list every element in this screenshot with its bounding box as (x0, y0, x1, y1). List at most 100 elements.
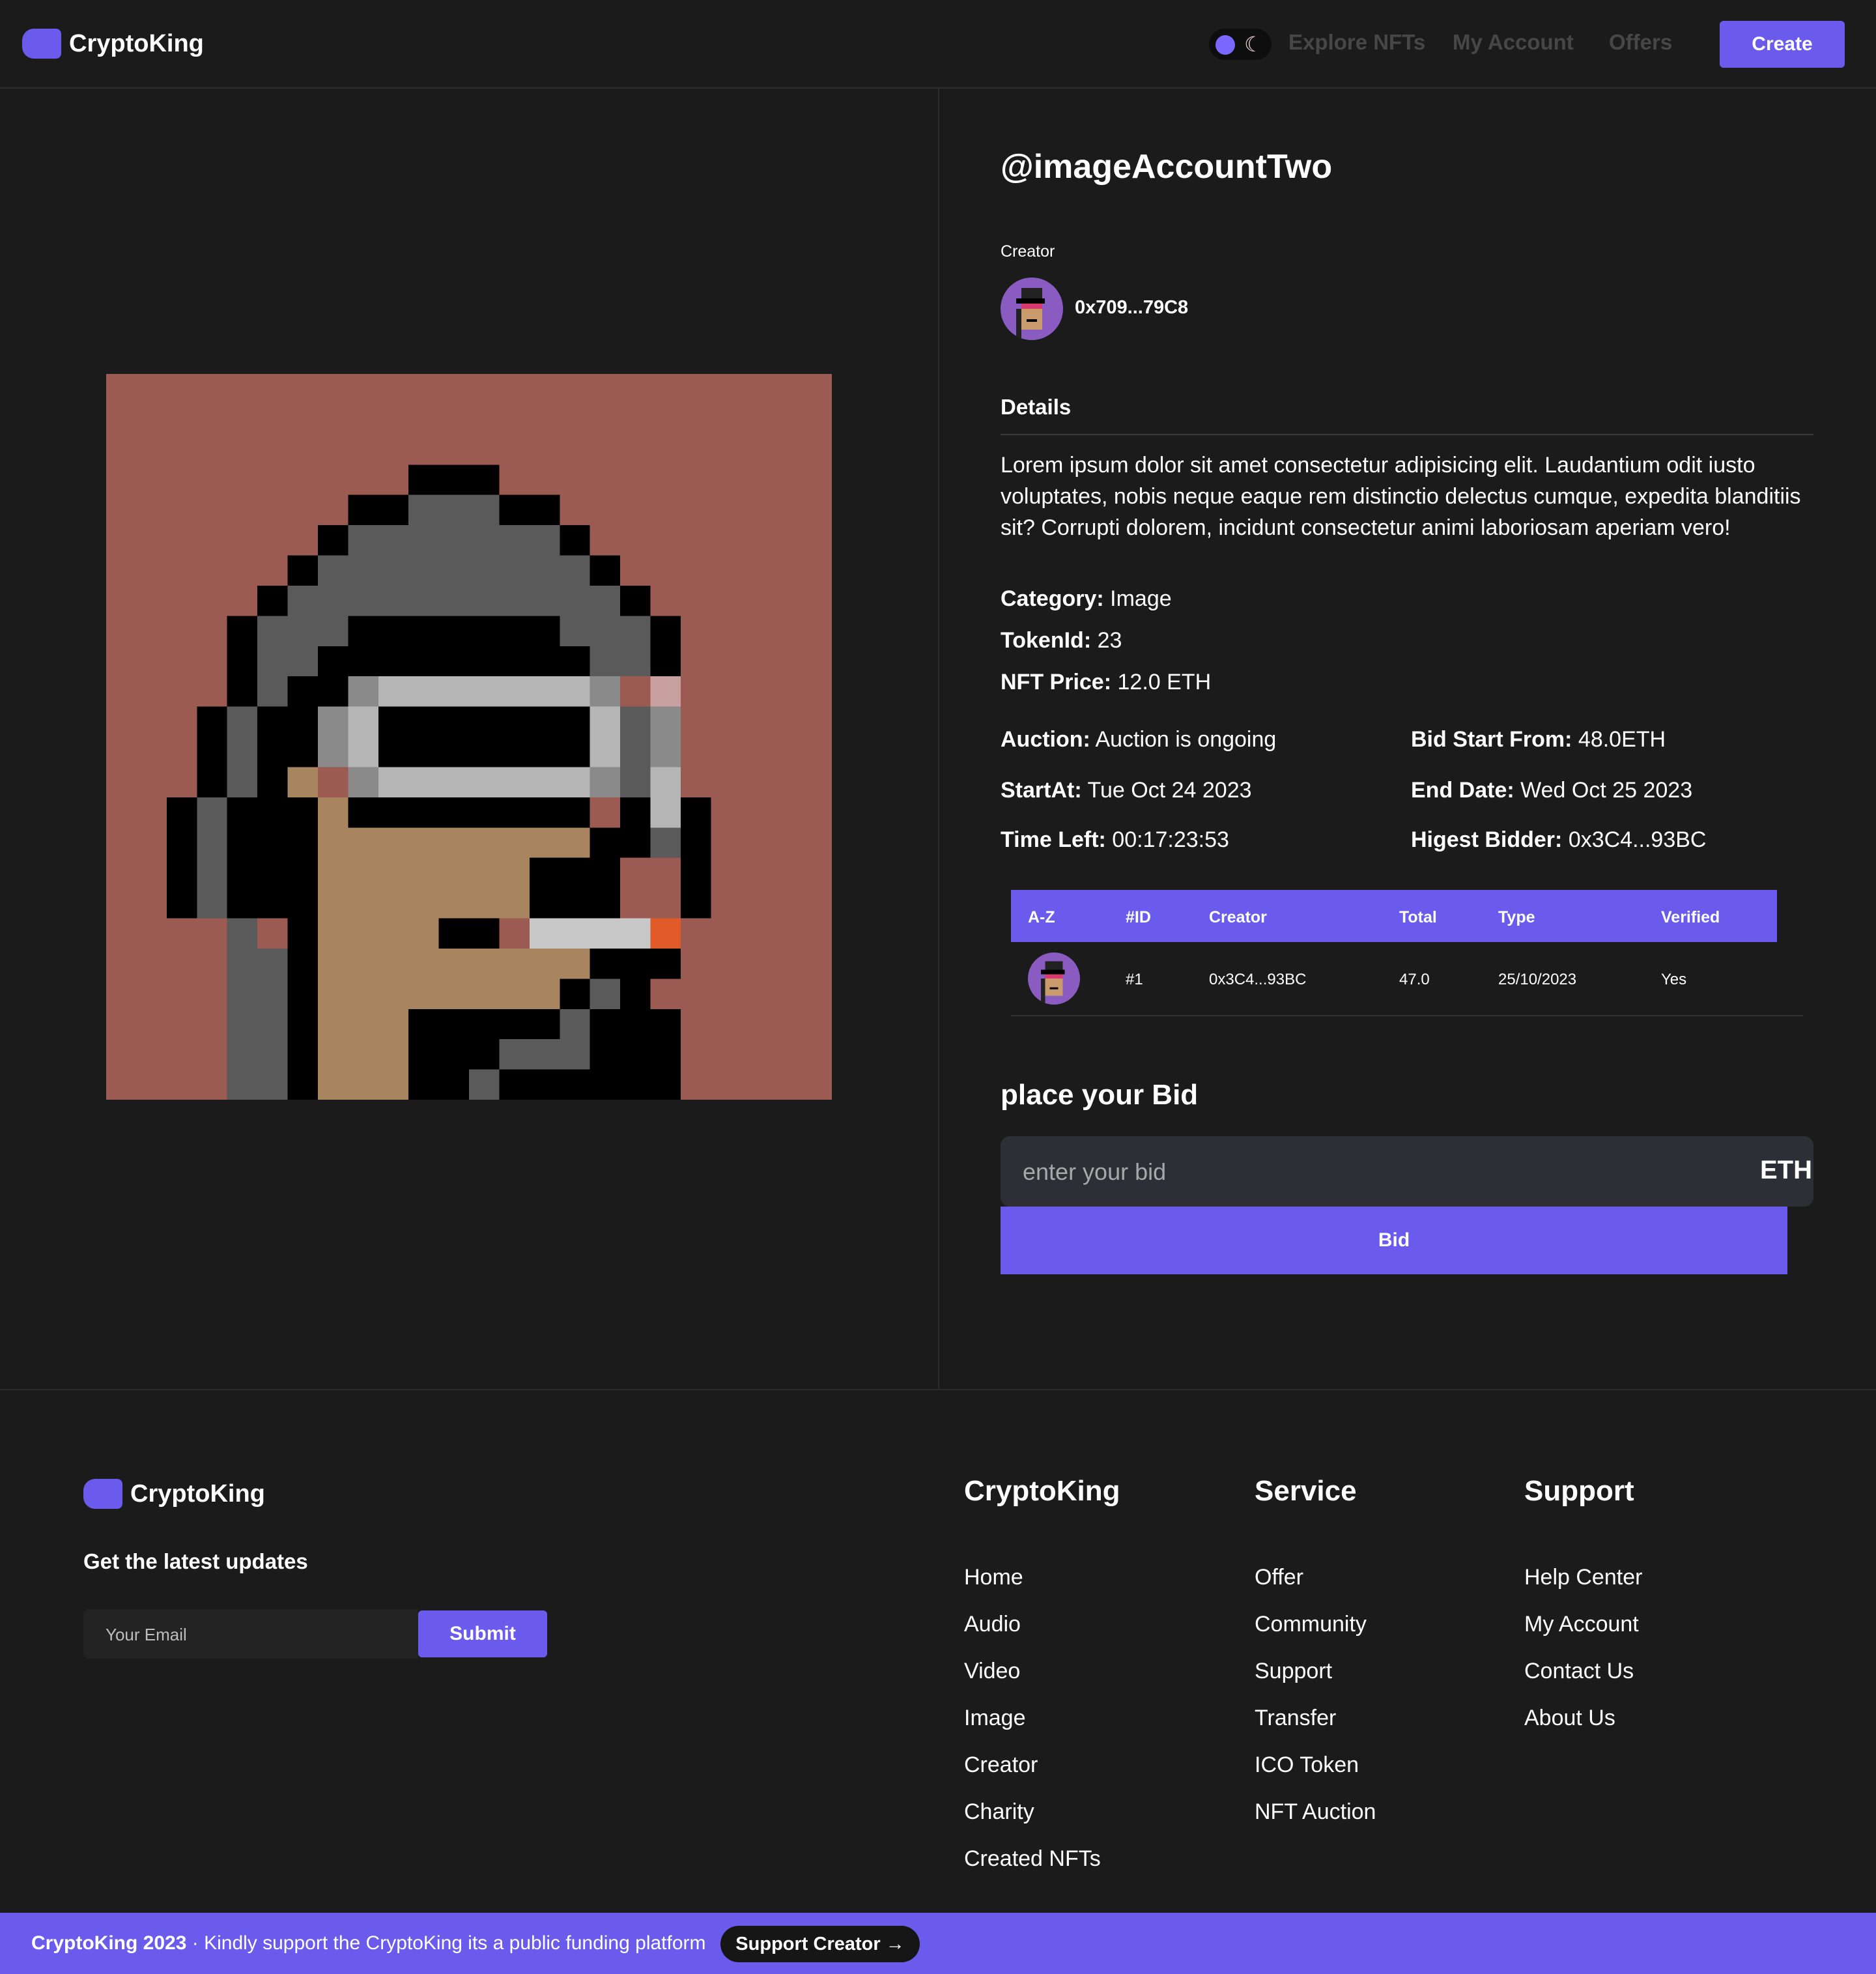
footer-link-transfer[interactable]: Transfer (1255, 1706, 1336, 1731)
auction-value: Auction is ongoing (1095, 727, 1277, 752)
details-heading: Details (1001, 395, 1072, 419)
table-cell-creator: 0x3C4...93BC (1209, 971, 1307, 988)
timeleft-row: Time Left: 00:17:23:53 (1001, 827, 1229, 853)
footer-link-audio[interactable]: Audio (964, 1612, 1021, 1637)
category-label: Category: (1001, 586, 1104, 611)
avatar-icon (1016, 288, 1045, 340)
footer-link-community[interactable]: Community (1255, 1612, 1367, 1637)
start-label: StartAt: (1001, 778, 1082, 803)
footer-link-created-nfts[interactable]: Created NFTs (964, 1846, 1101, 1872)
bid-start-row: Bid Start From: 48.0ETH (1411, 727, 1666, 752)
bid-button[interactable]: Bid (1001, 1207, 1787, 1274)
banner-text: CryptoKing 2023 · Kindly support the Cry… (31, 1932, 706, 1954)
price-label: NFT Price: (1001, 670, 1112, 694)
nft-description: Lorem ipsum dolor sit amet consectetur a… (1001, 453, 1801, 540)
column-divider (938, 89, 939, 1389)
footer-link-contact-us[interactable]: Contact Us (1524, 1659, 1634, 1684)
price-value: 12.0 ETH (1117, 670, 1212, 694)
brand-name: CryptoKing (69, 29, 204, 57)
nav-explore-nfts[interactable]: Explore NFTs (1288, 30, 1425, 55)
footer-link-my-account[interactable]: My Account (1524, 1612, 1639, 1637)
footer-link-charity[interactable]: Charity (964, 1799, 1034, 1825)
banner-separator: · (192, 1932, 199, 1954)
tokenid-row: TokenId: 23 (1001, 628, 1122, 653)
theme-toggle[interactable]: ☾ (1209, 29, 1272, 60)
timeleft-label: Time Left: (1001, 827, 1106, 852)
bid-input[interactable]: enter your bid ETH (1001, 1136, 1813, 1207)
brand-logo[interactable]: CryptoKing (22, 29, 204, 59)
end-label: End Date: (1411, 778, 1514, 803)
footer-link-help-center[interactable]: Help Center (1524, 1565, 1642, 1590)
bids-table-header: A-Z #ID Creator Total Type Verified (1011, 890, 1777, 942)
col-creator[interactable]: Creator (1209, 908, 1267, 927)
newsletter-heading: Get the latest updates (83, 1549, 308, 1573)
creator-address[interactable]: 0x709...79C8 (1075, 297, 1188, 319)
footer-brand-logo[interactable]: CryptoKing (83, 1479, 265, 1509)
category-value: Image (1110, 586, 1172, 611)
nav-offers[interactable]: Offers (1609, 30, 1672, 55)
banner-message: Kindly support the CryptoKing its a publ… (204, 1932, 706, 1954)
footer-link-about-us[interactable]: About Us (1524, 1706, 1615, 1731)
footer-col-service-title: Service (1255, 1475, 1357, 1507)
bid-heading: place your Bid (1001, 1079, 1199, 1111)
footer-link-offer[interactable]: Offer (1255, 1565, 1303, 1590)
auction-label: Auction: (1001, 727, 1090, 752)
footer-col-cryptoking-title: CryptoKing (964, 1475, 1120, 1507)
table-cell-id: #1 (1126, 971, 1143, 988)
end-row: End Date: Wed Oct 25 2023 (1411, 778, 1692, 803)
nft-artwork (106, 374, 832, 1100)
footer-link-support[interactable]: Support (1255, 1659, 1332, 1684)
email-placeholder: Your Email (106, 1625, 187, 1644)
submit-button[interactable]: Submit (418, 1610, 547, 1657)
footer-link-video[interactable]: Video (964, 1659, 1020, 1684)
support-banner: CryptoKing 2023 · Kindly support the Cry… (0, 1913, 1876, 1974)
timeleft-value: 00:17:23:53 (1112, 827, 1229, 852)
bid-start-value: 48.0ETH (1578, 727, 1666, 752)
moon-icon: ☾ (1244, 33, 1263, 56)
create-button[interactable]: Create (1720, 21, 1845, 68)
bidder-avatar (1028, 952, 1080, 1005)
email-field[interactable]: Your Email (83, 1609, 418, 1659)
footer-link-ico-token[interactable]: ICO Token (1255, 1752, 1359, 1778)
table-cell-total: 47.0 (1399, 971, 1430, 988)
nft-handle: @imageAccountTwo (1001, 148, 1333, 186)
start-value: Tue Oct 24 2023 (1087, 778, 1252, 803)
banner-brand: CryptoKing 2023 (31, 1932, 187, 1954)
logo-mark (83, 1479, 122, 1509)
highest-bidder-row: Higest Bidder: 0x3C4...93BC (1411, 827, 1706, 853)
nav-my-account[interactable]: My Account (1453, 30, 1574, 55)
details-divider (1001, 434, 1813, 435)
end-value: Wed Oct 25 2023 (1520, 778, 1693, 803)
footer-link-home[interactable]: Home (964, 1565, 1023, 1590)
bid-input-placeholder: enter your bid (1023, 1158, 1167, 1185)
support-creator-button[interactable]: Support Creator → (720, 1926, 920, 1962)
bid-start-label: Bid Start From: (1411, 727, 1572, 752)
price-row: NFT Price: 12.0 ETH (1001, 670, 1211, 695)
table-cell-verified: Yes (1661, 971, 1687, 988)
footer-link-nft-auction[interactable]: NFT Auction (1255, 1799, 1376, 1825)
bid-currency-unit: ETH (1760, 1156, 1812, 1184)
col-verified[interactable]: Verified (1661, 908, 1720, 927)
footer-link-image[interactable]: Image (964, 1706, 1026, 1731)
tokenid-label: TokenId: (1001, 628, 1092, 653)
creator-avatar[interactable] (1001, 278, 1063, 340)
category-row: Category: Image (1001, 586, 1172, 612)
col-type[interactable]: Type (1498, 908, 1535, 927)
table-cell-type: 25/10/2023 (1498, 971, 1577, 988)
logo-mark (22, 29, 61, 59)
tokenid-value: 23 (1097, 628, 1122, 653)
avatar-icon (1041, 961, 1065, 1005)
top-nav: CryptoKing ☾ Explore NFTs My Account Off… (0, 0, 1876, 89)
footer-brand-name: CryptoKing (130, 1480, 265, 1508)
col-id[interactable]: #ID (1126, 908, 1151, 927)
table-row-divider (1011, 1015, 1803, 1016)
footer-divider (0, 1389, 1876, 1390)
auction-row: Auction: Auction is ongoing (1001, 727, 1276, 752)
col-az[interactable]: A-Z (1028, 908, 1055, 927)
highest-bidder-label: Higest Bidder: (1411, 827, 1563, 852)
creator-label: Creator (1001, 242, 1055, 261)
col-total[interactable]: Total (1399, 908, 1437, 927)
highest-bidder-value: 0x3C4...93BC (1568, 827, 1707, 852)
toggle-knob (1215, 35, 1235, 55)
footer-link-creator[interactable]: Creator (964, 1752, 1038, 1778)
